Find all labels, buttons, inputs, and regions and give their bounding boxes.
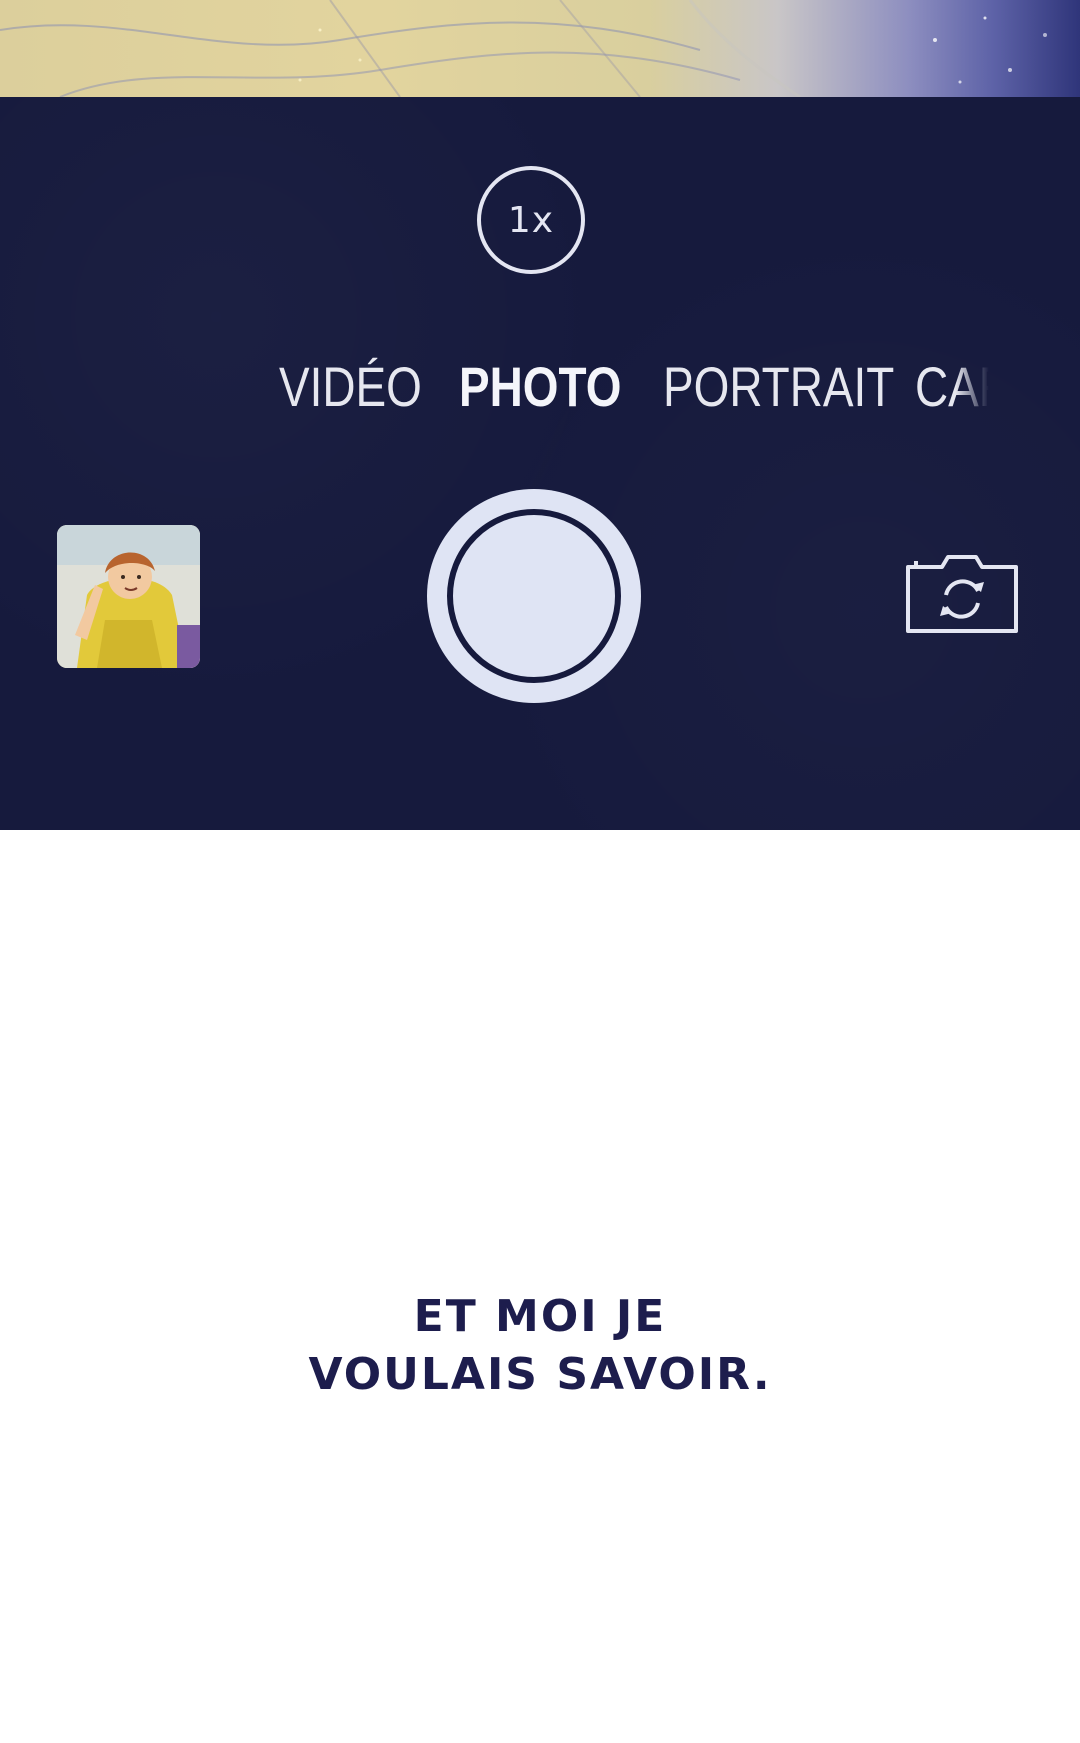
- caption-text: ET MOI JE VOULAIS SAVOIR.: [0, 1288, 1080, 1404]
- camera-screen: 1x VIDÉO PHOTO PORTRAIT CARRÉ: [0, 0, 1080, 1743]
- caption-line-1: ET MOI JE: [413, 1291, 667, 1342]
- camera-mode-selector: VIDÉO PHOTO PORTRAIT CARRÉ: [0, 347, 1080, 427]
- mode-portrait[interactable]: PORTRAIT: [663, 347, 894, 427]
- flip-camera-icon: [906, 555, 1018, 633]
- gallery-thumbnail[interactable]: [57, 525, 200, 668]
- camera-controls-panel: 1x VIDÉO PHOTO PORTRAIT CARRÉ: [0, 97, 1080, 830]
- zoom-button[interactable]: 1x: [477, 166, 585, 274]
- shutter-button[interactable]: [427, 489, 641, 703]
- mode-square[interactable]: CARRÉ: [915, 347, 989, 427]
- mode-photo[interactable]: PHOTO: [459, 347, 621, 427]
- shutter-inner-ring: [447, 509, 621, 683]
- viewfinder-artwork: [0, 0, 1047, 97]
- camera-viewfinder: [0, 0, 1080, 97]
- flip-camera-button[interactable]: [904, 545, 1020, 635]
- last-photo-thumbnail-image: [57, 525, 200, 668]
- zoom-label: 1x: [507, 199, 555, 241]
- mode-video[interactable]: VIDÉO: [279, 347, 422, 427]
- caption-line-2: VOULAIS SAVOIR.: [308, 1349, 772, 1400]
